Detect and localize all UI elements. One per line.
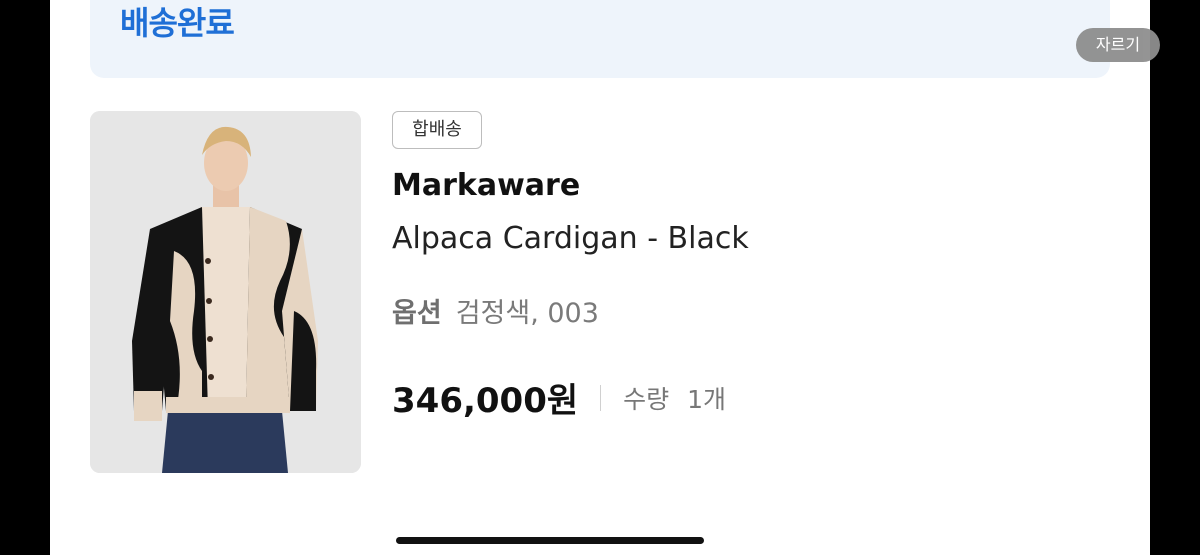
home-indicator[interactable] (396, 537, 704, 544)
crop-button[interactable]: 자르기 (1076, 28, 1160, 62)
quantity-label: 수량 (623, 384, 670, 414)
brand-name[interactable]: Markaware (392, 168, 580, 203)
price-value: 346,000원 (392, 381, 579, 421)
product-thumbnail[interactable] (90, 111, 361, 473)
option-value: 검정색, 003 (455, 298, 599, 329)
price-row: 346,000원 수량 1개 (392, 373, 726, 422)
order-detail-panel: 배송완료 합배송 Markaware Alpaca Cardigan - Bla… (50, 0, 1150, 555)
screen: 배송완료 합배송 Markaware Alpaca Cardigan - Bla… (0, 0, 1200, 555)
product-option: 옵션 검정색, 003 (392, 291, 599, 330)
product-photo-image (90, 111, 361, 473)
order-status-banner: 배송완료 (90, 0, 1110, 78)
combined-shipping-tag: 합배송 (392, 111, 482, 149)
price-divider (600, 384, 602, 411)
product-name[interactable]: Alpaca Cardigan - Black (392, 221, 749, 256)
order-status-text: 배송완료 (120, 4, 235, 42)
quantity-value: 1개 (687, 384, 727, 414)
option-label: 옵션 (392, 298, 442, 329)
